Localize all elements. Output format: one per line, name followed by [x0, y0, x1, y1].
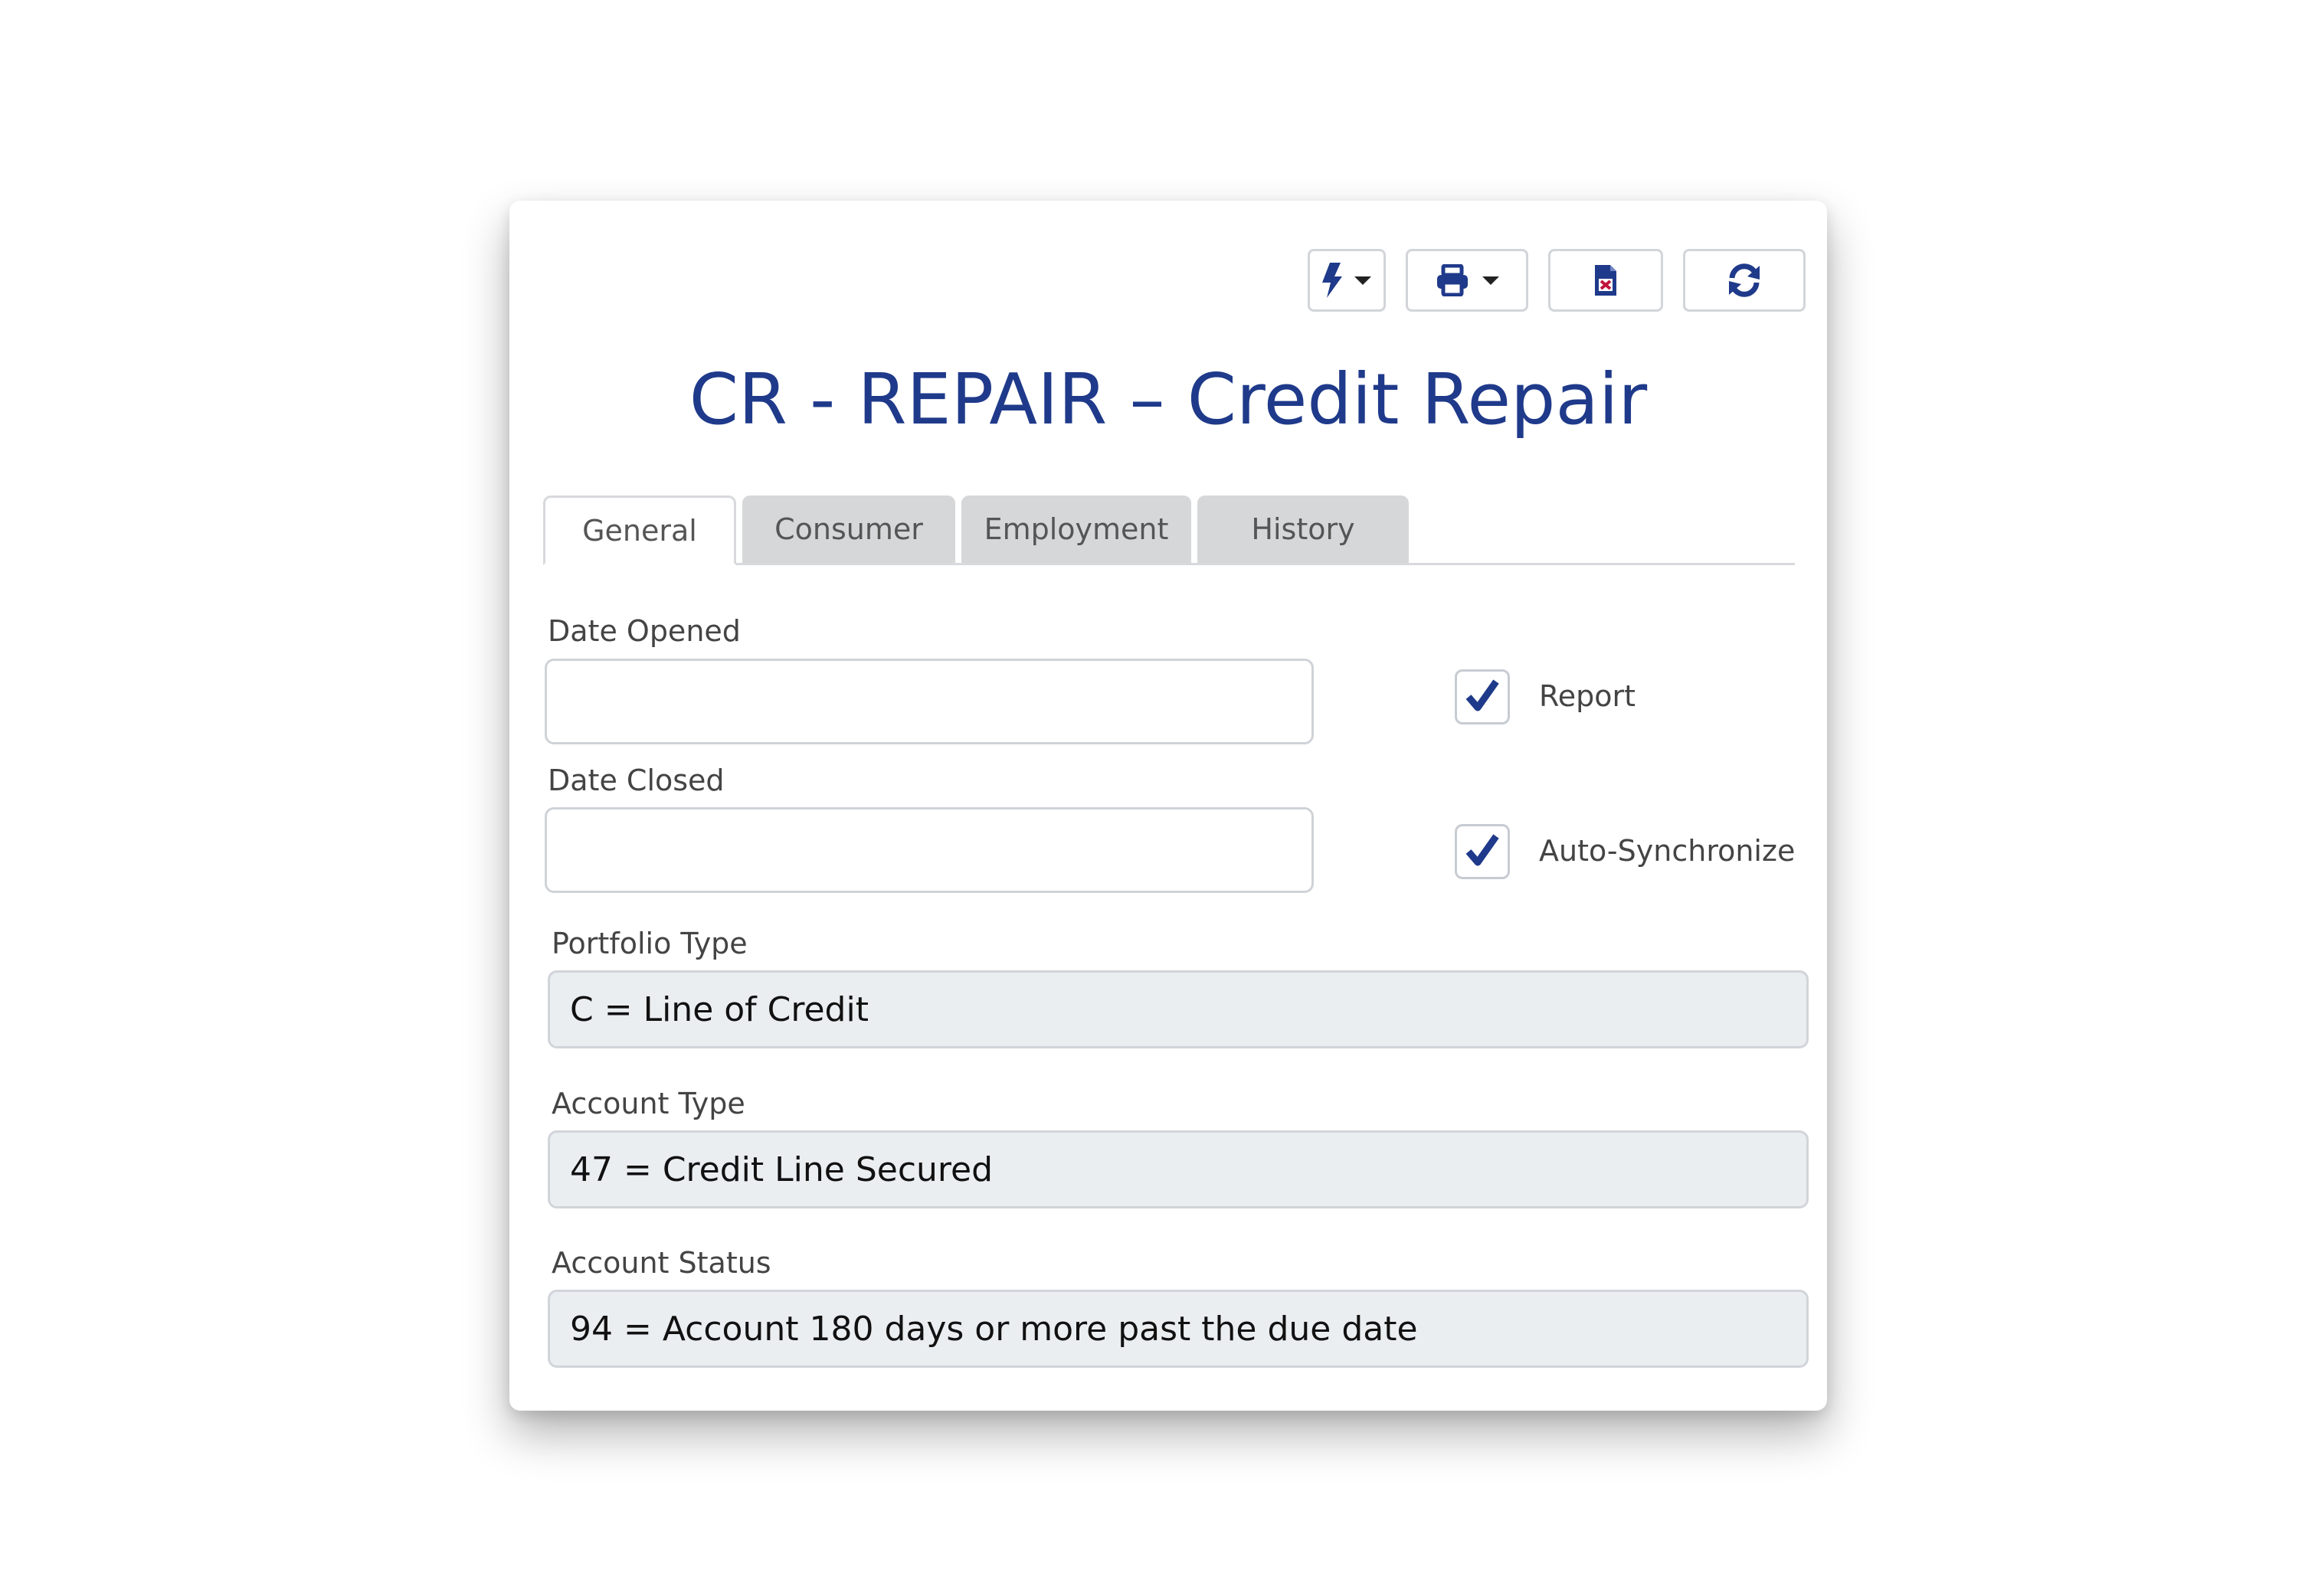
- report-label: Report: [1539, 679, 1636, 713]
- chevron-down-icon: [1354, 276, 1371, 285]
- checkmark-icon: [1464, 832, 1501, 872]
- excel-file-icon: [1593, 263, 1618, 297]
- date-closed-field[interactable]: [545, 807, 1314, 893]
- lightning-bolt-icon: [1322, 263, 1342, 298]
- date-opened-field[interactable]: [545, 659, 1314, 744]
- account-status-field: 94 = Account 180 days or more past the d…: [548, 1290, 1809, 1368]
- report-checkbox[interactable]: [1455, 669, 1510, 724]
- date-opened-label: Date Opened: [548, 614, 741, 648]
- page-title: CR - REPAIR – Credit Repair: [689, 358, 1648, 440]
- tab-consumer[interactable]: Consumer: [742, 495, 955, 563]
- account-status-label: Account Status: [552, 1246, 771, 1280]
- auto-synchronize-label: Auto-Synchronize: [1539, 834, 1796, 868]
- account-type-label: Account Type: [552, 1087, 745, 1120]
- tab-bar: General Consumer Employment History: [543, 495, 1795, 565]
- credit-repair-panel: CR - REPAIR – Credit Repair General Cons…: [509, 201, 1827, 1411]
- export-excel-button[interactable]: [1548, 249, 1663, 312]
- refresh-icon: [1726, 263, 1763, 298]
- refresh-button[interactable]: [1683, 249, 1806, 312]
- date-closed-label: Date Closed: [548, 764, 725, 797]
- chevron-down-icon: [1482, 276, 1499, 285]
- auto-synchronize-checkbox[interactable]: [1455, 824, 1510, 879]
- account-type-field: 47 = Credit Line Secured: [548, 1130, 1809, 1208]
- tab-employment[interactable]: Employment: [961, 495, 1191, 563]
- portfolio-type-field: C = Line of Credit: [548, 970, 1809, 1048]
- tab-history[interactable]: History: [1197, 495, 1409, 563]
- portfolio-type-label: Portfolio Type: [552, 927, 748, 960]
- checkmark-icon: [1464, 677, 1501, 717]
- printer-icon: [1435, 264, 1470, 296]
- print-dropdown-button[interactable]: [1406, 249, 1528, 312]
- actions-dropdown-button[interactable]: [1308, 249, 1386, 312]
- tab-general[interactable]: General: [543, 495, 736, 565]
